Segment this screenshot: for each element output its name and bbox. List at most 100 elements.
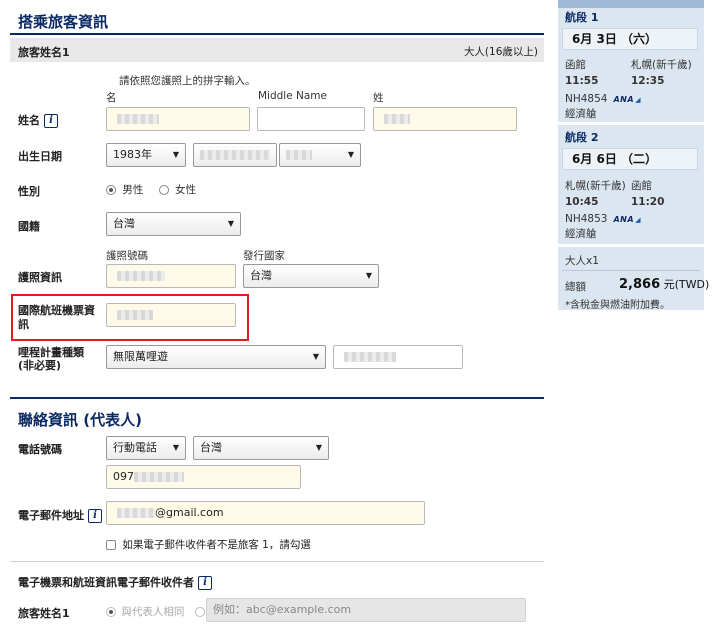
email-suffix: @gmail.com: [155, 506, 224, 519]
total-label: 總額: [565, 281, 586, 293]
passenger-type: 大人(16歲以上): [463, 46, 538, 58]
last-name-input[interactable]: [373, 107, 517, 131]
dropdown-arrow-icon: ▼: [347, 150, 354, 159]
ana-logo-icon: ANA: [613, 95, 640, 104]
nationality-value: 台灣: [113, 217, 135, 230]
middle-name-col-label: Middle Name: [258, 90, 327, 102]
dob-label: 出生日期: [18, 150, 62, 163]
segment1-flight-row: NH4854 ANA: [565, 93, 641, 105]
segment1-flight-number: NH4854: [565, 93, 608, 105]
segment1-to-city: 札幌(新千歲): [631, 59, 692, 71]
totals-inner-divider: [562, 270, 700, 271]
first-name-input[interactable]: [106, 107, 250, 131]
gender-radio-group: 男性 女性: [106, 182, 196, 197]
total-amount-row: 2,866 元(TWD): [619, 276, 709, 292]
email-input[interactable]: @gmail.com: [106, 501, 425, 525]
passenger-section-title: 搭乘旅客資訊: [18, 13, 109, 31]
other-recipient-radio[interactable]: [195, 607, 205, 617]
dropdown-arrow-icon: ▼: [172, 443, 179, 452]
segment1-label: 航段 1: [565, 11, 599, 24]
gender-label: 性別: [18, 185, 40, 198]
segment2-flight-number: NH4853: [565, 213, 608, 225]
issuing-country-select[interactable]: 台灣 ▼: [243, 264, 379, 288]
info-icon[interactable]: i: [198, 576, 212, 590]
segment2-depart-time: 10:45: [565, 196, 599, 208]
recipient-email-placeholder: 例如：abc@example.com: [213, 603, 352, 616]
gender-male-radio[interactable]: [106, 185, 116, 195]
segment1-depart-time: 11:55: [565, 75, 599, 87]
dob-year-select[interactable]: 1983年 ▼: [106, 143, 186, 167]
mileage-number-input[interactable]: [333, 345, 463, 369]
dob-day-select[interactable]: ▼: [279, 143, 361, 167]
gender-female-radio[interactable]: [158, 185, 169, 195]
dropdown-arrow-icon: ▼: [312, 352, 319, 361]
nationality-label: 國籍: [18, 220, 40, 233]
mileage-program-select[interactable]: 無限萬哩遊 ▼: [106, 345, 326, 369]
segment2-date: 6月 6日 （二）: [562, 148, 698, 170]
name-label-text: 姓名: [18, 114, 40, 127]
passport-label: 護照資訊: [18, 271, 62, 284]
mileage-program-value: 無限萬哩遊: [113, 350, 168, 363]
contact-section-title: 聯絡資訊 (代表人): [18, 411, 142, 429]
eticket-divider: [10, 561, 544, 562]
redacted-last-name: [384, 114, 410, 124]
dropdown-arrow-icon: ▼: [315, 443, 322, 452]
phone-number-prefix: 097: [113, 470, 134, 483]
email-label: 電子郵件地址 i: [18, 507, 102, 523]
phone-number-input[interactable]: 097: [106, 465, 301, 489]
totals-divider: [558, 244, 704, 247]
dropdown-arrow-icon: ▼: [227, 219, 234, 228]
segment1-header: [558, 0, 704, 8]
same-as-representative-label: 與代表人相同: [121, 606, 185, 618]
redacted-passport-number: [117, 271, 165, 281]
passenger-title-underline: [10, 33, 544, 35]
last-name-col-label: 姓: [373, 92, 384, 104]
redacted-dob-month: [200, 150, 270, 160]
dob-month-select[interactable]: [193, 143, 277, 167]
issuing-country-col-label: 發行國家: [243, 250, 285, 262]
segment2-cabin: 經濟艙: [565, 228, 597, 240]
redacted-dob-day: [286, 150, 312, 160]
eticket-recipient-title-text: 電子機票和航班資訊電子郵件收件者: [18, 576, 194, 589]
segment2-header: [558, 122, 704, 125]
total-amount: 2,866: [619, 277, 661, 292]
redacted-email-user: [117, 508, 155, 518]
same-as-representative-row: 與代表人相同: [106, 604, 184, 619]
segment1-from-city: 函館: [565, 59, 586, 71]
passport-number-col-label: 護照號碼: [106, 250, 148, 262]
gender-male-label: 男性: [122, 184, 144, 196]
first-name-col-label: 名: [106, 92, 117, 104]
passenger-header-bar: 旅客姓名1 大人(16歲以上): [10, 38, 544, 62]
same-as-representative-radio[interactable]: [106, 607, 116, 617]
name-label: 姓名 i: [18, 112, 58, 128]
tax-note: *含稅金與燃油附加費。: [565, 300, 670, 311]
middle-name-input[interactable]: [257, 107, 365, 131]
info-icon[interactable]: i: [88, 509, 102, 523]
nationality-select[interactable]: 台灣 ▼: [106, 212, 241, 236]
segment2-from-city: 札幌(新千歲): [565, 180, 626, 192]
recipient-email-input[interactable]: 例如：abc@example.com: [206, 598, 526, 622]
redacted-first-name: [117, 114, 159, 124]
email-not-passenger-row: 如果電子郵件收件者不是旅客 1，請勾選: [106, 537, 311, 552]
eticket-recipient-title: 電子機票和航班資訊電子郵件收件者 i: [18, 574, 212, 590]
email-label-text: 電子郵件地址: [18, 509, 84, 522]
recipient-passenger-label: 旅客姓名1: [18, 607, 70, 620]
info-icon[interactable]: i: [44, 114, 58, 128]
ana-logo-icon: ANA: [613, 215, 640, 224]
email-not-passenger-checkbox[interactable]: [106, 540, 116, 550]
gender-female-label: 女性: [175, 184, 197, 196]
redacted-phone-number: [134, 472, 184, 482]
segment2-arrive-time: 11:20: [631, 196, 665, 208]
redacted-mileage-number: [344, 352, 396, 362]
passport-number-input[interactable]: [106, 264, 236, 288]
passenger-count: 大人x1: [565, 255, 599, 267]
mileage-program-label: 哩程計畫種類 (非必要): [18, 346, 84, 372]
intl-ticket-input[interactable]: [106, 303, 236, 327]
name-hint: 請依照您護照上的拼字輸入。: [119, 75, 256, 87]
section-divider: [10, 397, 544, 399]
phone-type-select[interactable]: 行動電話 ▼: [106, 436, 186, 460]
phone-country-select[interactable]: 台灣 ▼: [193, 436, 329, 460]
intl-ticket-label: 國際航班機票資訊: [18, 304, 95, 331]
dropdown-arrow-icon: ▼: [172, 150, 179, 159]
phone-type-value: 行動電話: [113, 441, 157, 454]
